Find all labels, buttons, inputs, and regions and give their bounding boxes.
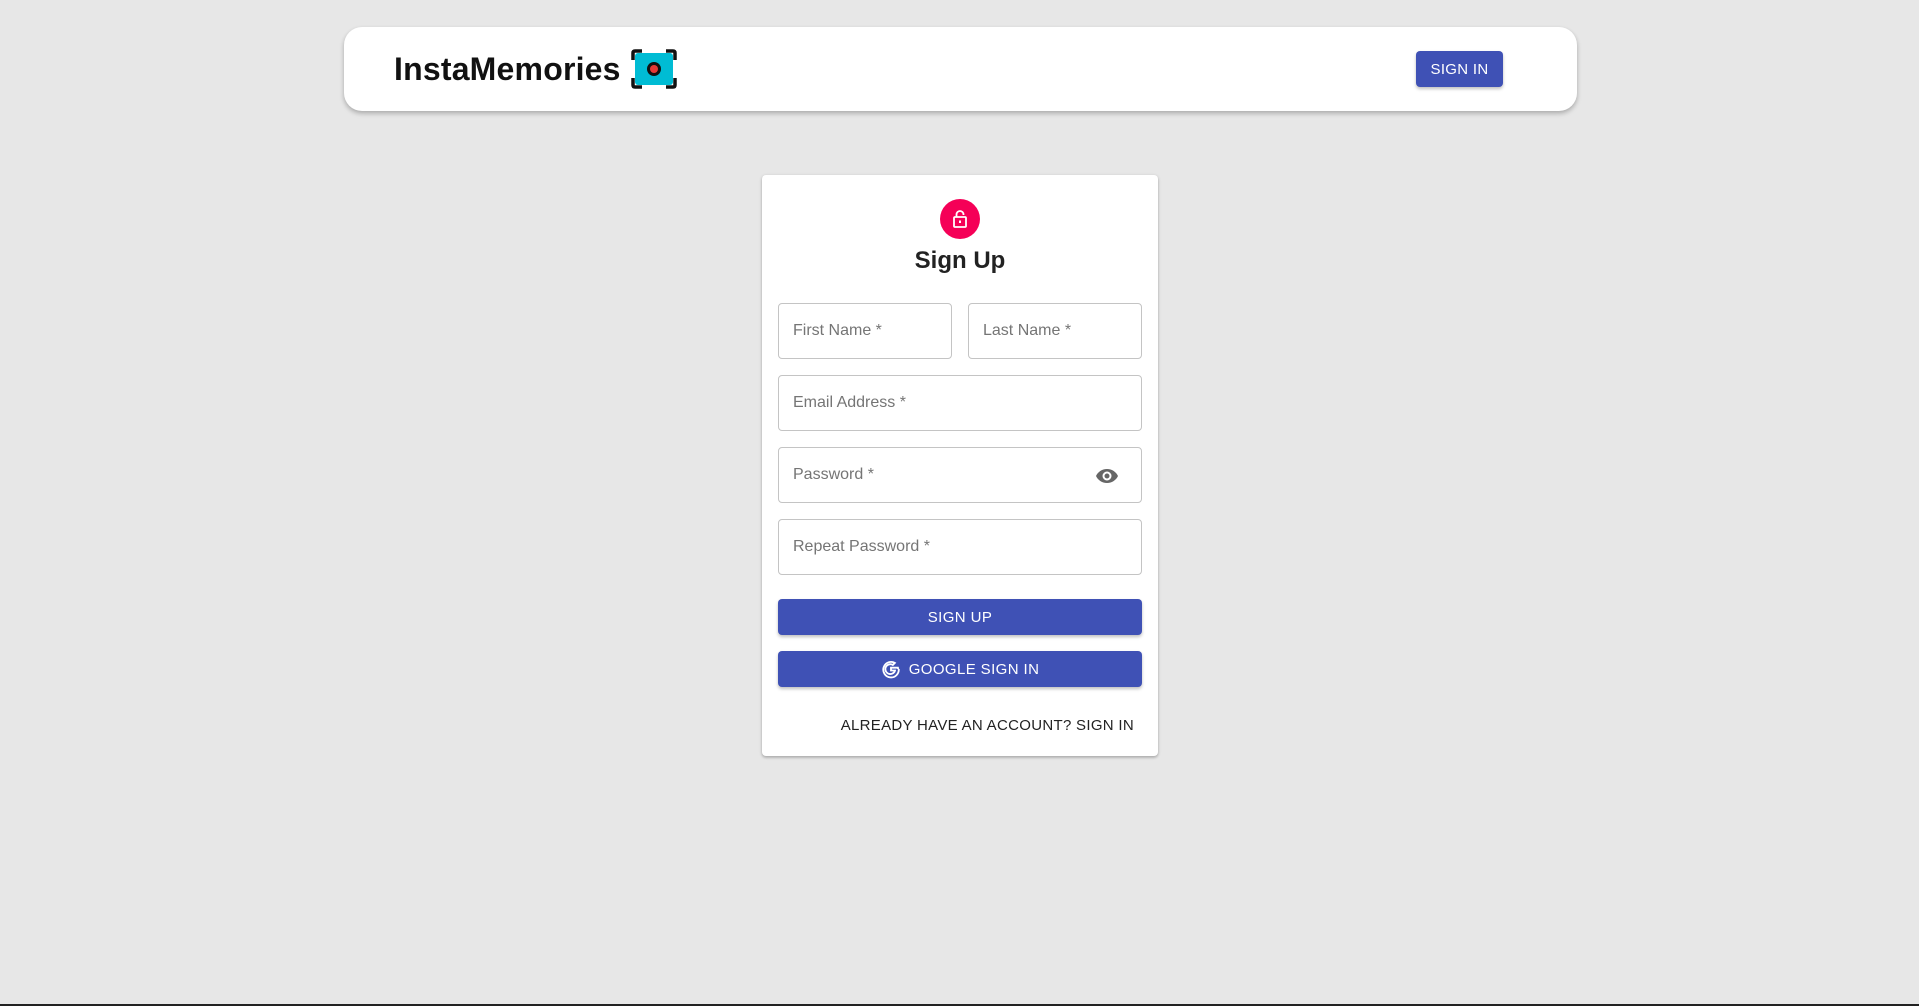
- first-name-field[interactable]: [778, 303, 952, 359]
- sign-up-button[interactable]: SIGN UP: [778, 599, 1142, 635]
- avatar: [940, 199, 980, 239]
- email-input[interactable]: [779, 376, 1141, 430]
- google-icon: [882, 661, 900, 679]
- lock-icon: [953, 210, 967, 228]
- brand-title: InstaMemories: [394, 50, 621, 87]
- camera-icon: [630, 49, 677, 89]
- repeat-password-field[interactable]: [778, 519, 1142, 575]
- google-sign-in-label: GOOGLE SIGN IN: [908, 660, 1040, 678]
- google-sign-in-button[interactable]: GOOGLE SIGN IN: [778, 651, 1142, 687]
- password-field[interactable]: [778, 447, 1142, 503]
- form-title: Sign Up: [914, 247, 1006, 274]
- switch-to-sign-in-link[interactable]: ALREADY HAVE AN ACCOUNT? SIGN IN: [841, 711, 1134, 739]
- eye-icon[interactable]: [1095, 464, 1119, 488]
- password-input[interactable]: [779, 448, 1141, 502]
- header-sign-in-button[interactable]: SIGN IN: [1416, 51, 1503, 87]
- last-name-input[interactable]: [969, 304, 1141, 358]
- first-name-input[interactable]: [779, 304, 951, 358]
- repeat-password-input[interactable]: [779, 520, 1141, 574]
- brand[interactable]: InstaMemories: [394, 47, 677, 91]
- last-name-field[interactable]: [968, 303, 1142, 359]
- page: InstaMemories SIGN IN Sign Up First Name…: [0, 0, 1919, 1006]
- sign-up-label: SIGN UP: [927, 608, 993, 626]
- email-field[interactable]: [778, 375, 1142, 431]
- sign-up-card: Sign Up SIGN UP GOOGLE SIGN IN: [762, 175, 1158, 756]
- app-bar: InstaMemories SIGN IN: [344, 27, 1577, 111]
